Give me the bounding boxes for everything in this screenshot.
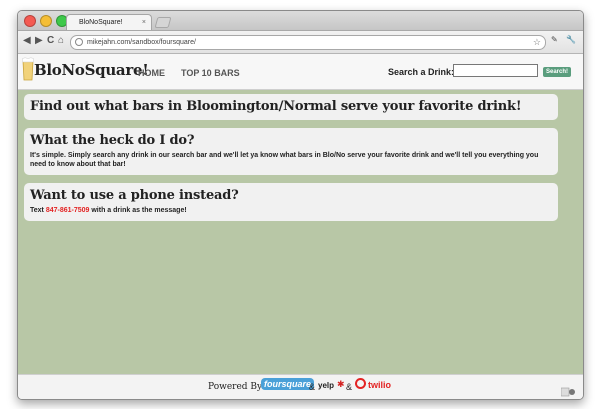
instructions-title: What the heck do I do?	[30, 133, 195, 148]
phone-body-prefix: Text	[30, 207, 46, 214]
tab-title: BloNoSquare!	[79, 19, 123, 26]
yelp-logo[interactable]: yelp	[318, 381, 334, 390]
search-label: Search a Drink:	[388, 67, 455, 77]
ampersand-1: &	[309, 382, 316, 392]
site-logo[interactable]: BloNoSquare!	[34, 61, 149, 79]
twilio-icon	[355, 378, 366, 389]
beer-glass-icon	[22, 57, 34, 81]
site-footer: Powered By: foursquare & yelp ✱ & twilio	[18, 374, 583, 399]
main-content: Find out what bars in Bloomington/Normal…	[18, 90, 583, 374]
globe-icon	[75, 38, 83, 46]
twilio-logo[interactable]: twilio	[368, 380, 391, 390]
home-icon[interactable]: ⌂	[58, 35, 64, 46]
phone-number: 847-861-7509	[45, 207, 90, 214]
reload-icon[interactable]: C	[47, 35, 54, 46]
powered-by-label: Powered By:	[208, 382, 266, 392]
address-url: mikejahn.com/sandbox/foursquare/	[87, 39, 196, 46]
search-drink-input[interactable]	[453, 64, 538, 77]
ampersand-2: &	[346, 382, 353, 392]
phone-body-suffix: with a drink as the message!	[89, 207, 187, 214]
foursquare-logo[interactable]: foursquare	[261, 378, 315, 390]
phone-title: Want to use a phone instead?	[30, 188, 239, 203]
close-window-button[interactable]	[24, 15, 36, 27]
instructions-card: What the heck do I do? It's simple. Simp…	[24, 128, 558, 175]
tab-blonosquare[interactable]: BloNoSquare! ×	[66, 14, 152, 30]
phone-card: Want to use a phone instead? Text 847-86…	[24, 183, 558, 221]
headline: Find out what bars in Bloomington/Normal…	[30, 99, 522, 114]
page-menu-icon[interactable]: ✎	[551, 35, 558, 44]
window-controls	[24, 15, 68, 27]
tab-close-icon[interactable]: ×	[142, 15, 146, 31]
back-icon[interactable]: ◀	[23, 35, 31, 46]
bookmark-star-icon[interactable]: ☆	[533, 36, 541, 49]
instructions-body: It's simple. Simply search any drink in …	[30, 152, 539, 168]
nav-top10-link[interactable]: TOP 10 BARS	[181, 68, 240, 78]
headline-card: Find out what bars in Bloomington/Normal…	[24, 94, 558, 120]
search-button[interactable]: Search!	[543, 67, 572, 77]
resize-grip-icon[interactable]	[561, 387, 575, 397]
address-bar[interactable]: mikejahn.com/sandbox/foursquare/ ☆	[70, 35, 546, 50]
minimize-window-button[interactable]	[40, 15, 52, 27]
wrench-icon[interactable]: 🔧	[566, 35, 576, 44]
tab-bar: BloNoSquare! ×	[18, 11, 583, 31]
site-header: BloNoSquare! HOME TOP 10 BARS Search a D…	[18, 54, 583, 90]
phone-body: Text 847-861-7509 with a drink as the me…	[30, 206, 552, 215]
yelp-burst-icon: ✱	[337, 379, 345, 389]
new-tab-button[interactable]	[154, 17, 172, 28]
browser-window: BloNoSquare! × ◀ ▶ C ⌂ mikejahn.com/sand…	[17, 10, 584, 400]
browser-toolbar: ◀ ▶ C ⌂ mikejahn.com/sandbox/foursquare/…	[18, 31, 583, 54]
forward-icon[interactable]: ▶	[35, 35, 43, 46]
nav-home-link[interactable]: HOME	[138, 68, 165, 78]
